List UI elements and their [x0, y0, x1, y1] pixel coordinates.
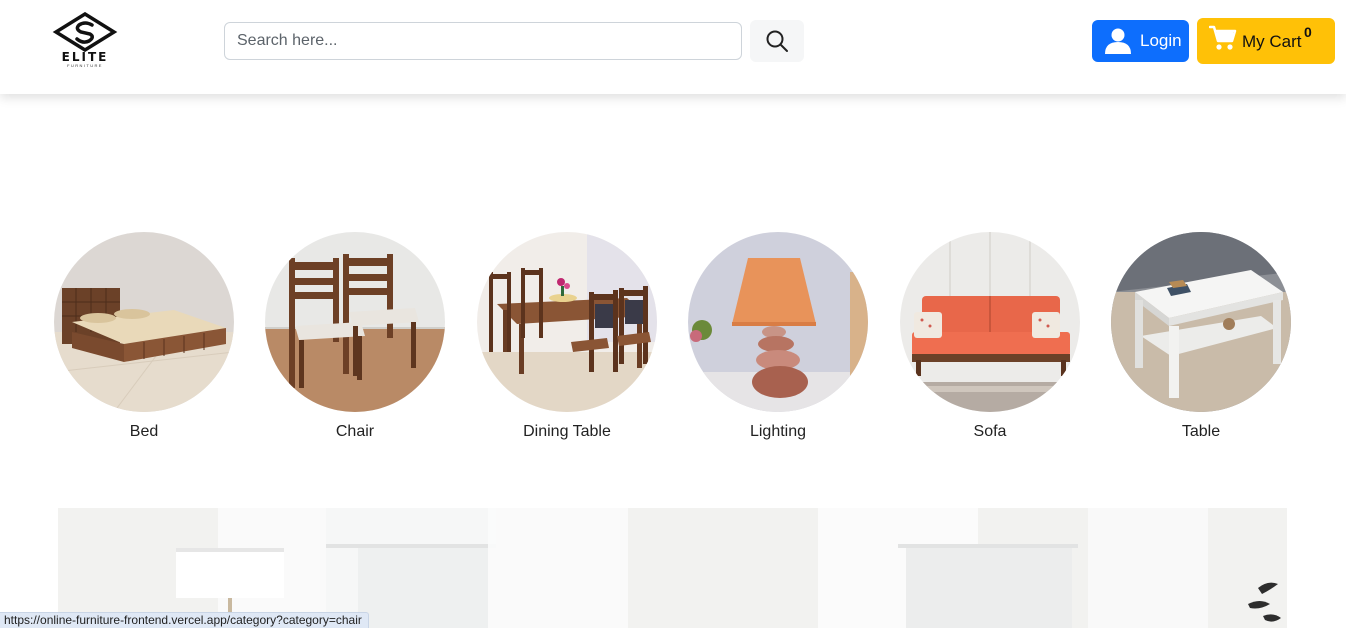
- category-sofa[interactable]: Sofa: [900, 232, 1080, 441]
- search-input[interactable]: [224, 22, 742, 60]
- cart-button[interactable]: My Cart 0: [1197, 18, 1335, 64]
- category-label: Lighting: [749, 423, 807, 440]
- category-bed[interactable]: Bed: [54, 232, 234, 441]
- cart-icon: [1209, 25, 1237, 50]
- category-dining-table[interactable]: Dining Table: [477, 232, 657, 441]
- category-label: Bed: [129, 423, 159, 440]
- login-label: Login: [1140, 31, 1182, 50]
- category-label: Table: [1181, 423, 1221, 440]
- cart-label: My Cart: [1242, 32, 1302, 51]
- site-header: ELITE FURNITURE Login My Cart 0: [0, 0, 1346, 94]
- logo-mark-icon: [52, 12, 118, 52]
- brand-name: ELITE: [61, 50, 109, 64]
- category-image: [54, 232, 234, 412]
- category-image: [477, 232, 657, 412]
- category-label: Dining Table: [523, 423, 611, 440]
- brand-logo[interactable]: ELITE FURNITURE: [52, 12, 118, 70]
- category-image: [1111, 232, 1291, 412]
- login-button[interactable]: Login: [1092, 20, 1189, 62]
- category-lighting[interactable]: Lighting: [688, 232, 868, 441]
- category-chair[interactable]: Chair: [265, 232, 445, 441]
- category-table[interactable]: Table: [1111, 232, 1291, 441]
- brand-tagline: FURNITURE: [67, 63, 103, 68]
- category-label: Sofa: [973, 423, 1007, 440]
- category-image: [688, 232, 868, 412]
- search-button[interactable]: [750, 20, 804, 62]
- user-icon: [1105, 28, 1131, 54]
- category-label: Chair: [335, 423, 375, 440]
- category-image: [900, 232, 1080, 412]
- cart-count-badge: 0: [1304, 24, 1312, 40]
- category-list: Bed Chair Dining Table Lighting Sofa Tab…: [0, 232, 1346, 452]
- hero-banner-image: [58, 508, 1287, 628]
- link-preview-status-bar: https://online-furniture-frontend.vercel…: [0, 612, 369, 628]
- category-image: [265, 232, 445, 412]
- search-icon: [766, 30, 788, 52]
